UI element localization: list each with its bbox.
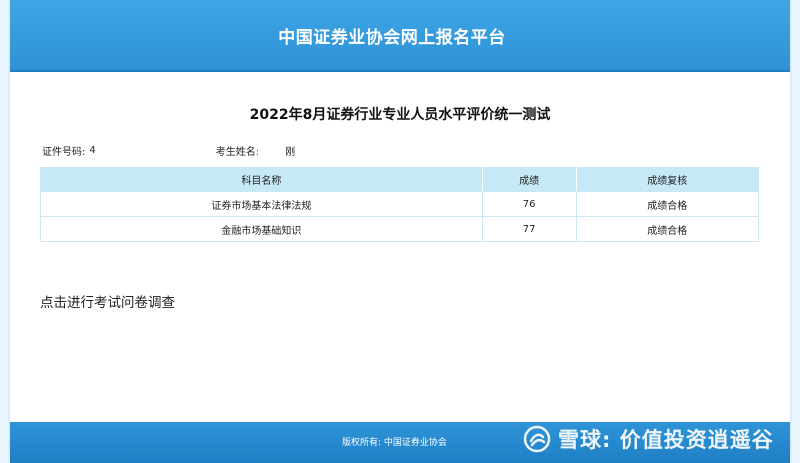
name-value: 刚 [285, 147, 296, 158]
site-header: 中国证券业协会网上报名平台 [10, 0, 790, 72]
score-cell: 77 [481, 216, 577, 242]
header-score: 成绩 [481, 167, 577, 192]
id-redaction [101, 144, 202, 157]
id-label: 证件号码: [42, 147, 86, 158]
table-header-row: 科目名称 成绩 成绩复核 [40, 167, 759, 192]
page-frame: 中国证券业协会网上报名平台 2022年8月证券行业专业人员水平评价统一测试 证件… [10, 0, 790, 463]
header-subject: 科目名称 [40, 167, 483, 192]
name-label: 考生姓名: [215, 147, 260, 158]
site-title: 中国证券业协会网上报名平台 [278, 27, 506, 48]
exam-title: 2022年8月证券行业专业人员水平评价统一测试 [249, 107, 551, 123]
copyright-text: 版权所有: 中国证券业协会 [342, 438, 447, 448]
name-redaction [263, 144, 284, 157]
score-cell: 76 [481, 191, 577, 217]
subject-cell: 金融市场基础知识 [40, 216, 483, 242]
survey-link[interactable]: 点击进行考试问卷调查 [40, 291, 175, 311]
subject-cell: 证券市场基本法律法规 [40, 191, 483, 217]
header-review: 成绩复核 [575, 167, 759, 192]
review-cell: 成绩合格 [575, 191, 759, 217]
table-row: 金融市场基础知识 77 成绩合格 [40, 216, 759, 242]
id-value: 4 [89, 145, 96, 156]
scores-table: 科目名称 成绩 成绩复核 证券市场基本法律法规 76 成绩合格 金融市场基础知识… [40, 167, 759, 242]
review-cell: 成绩合格 [575, 216, 759, 242]
snowball-logo-icon [523, 425, 551, 453]
table-row: 证券市场基本法律法规 76 成绩合格 [40, 191, 759, 217]
candidate-info: 证件号码: 4 考生姓名: 刚 [42, 143, 295, 158]
watermark-text: 雪球: 价值投资逍遥谷 [558, 428, 774, 452]
watermark: 雪球: 价值投资逍遥谷 [522, 424, 774, 454]
